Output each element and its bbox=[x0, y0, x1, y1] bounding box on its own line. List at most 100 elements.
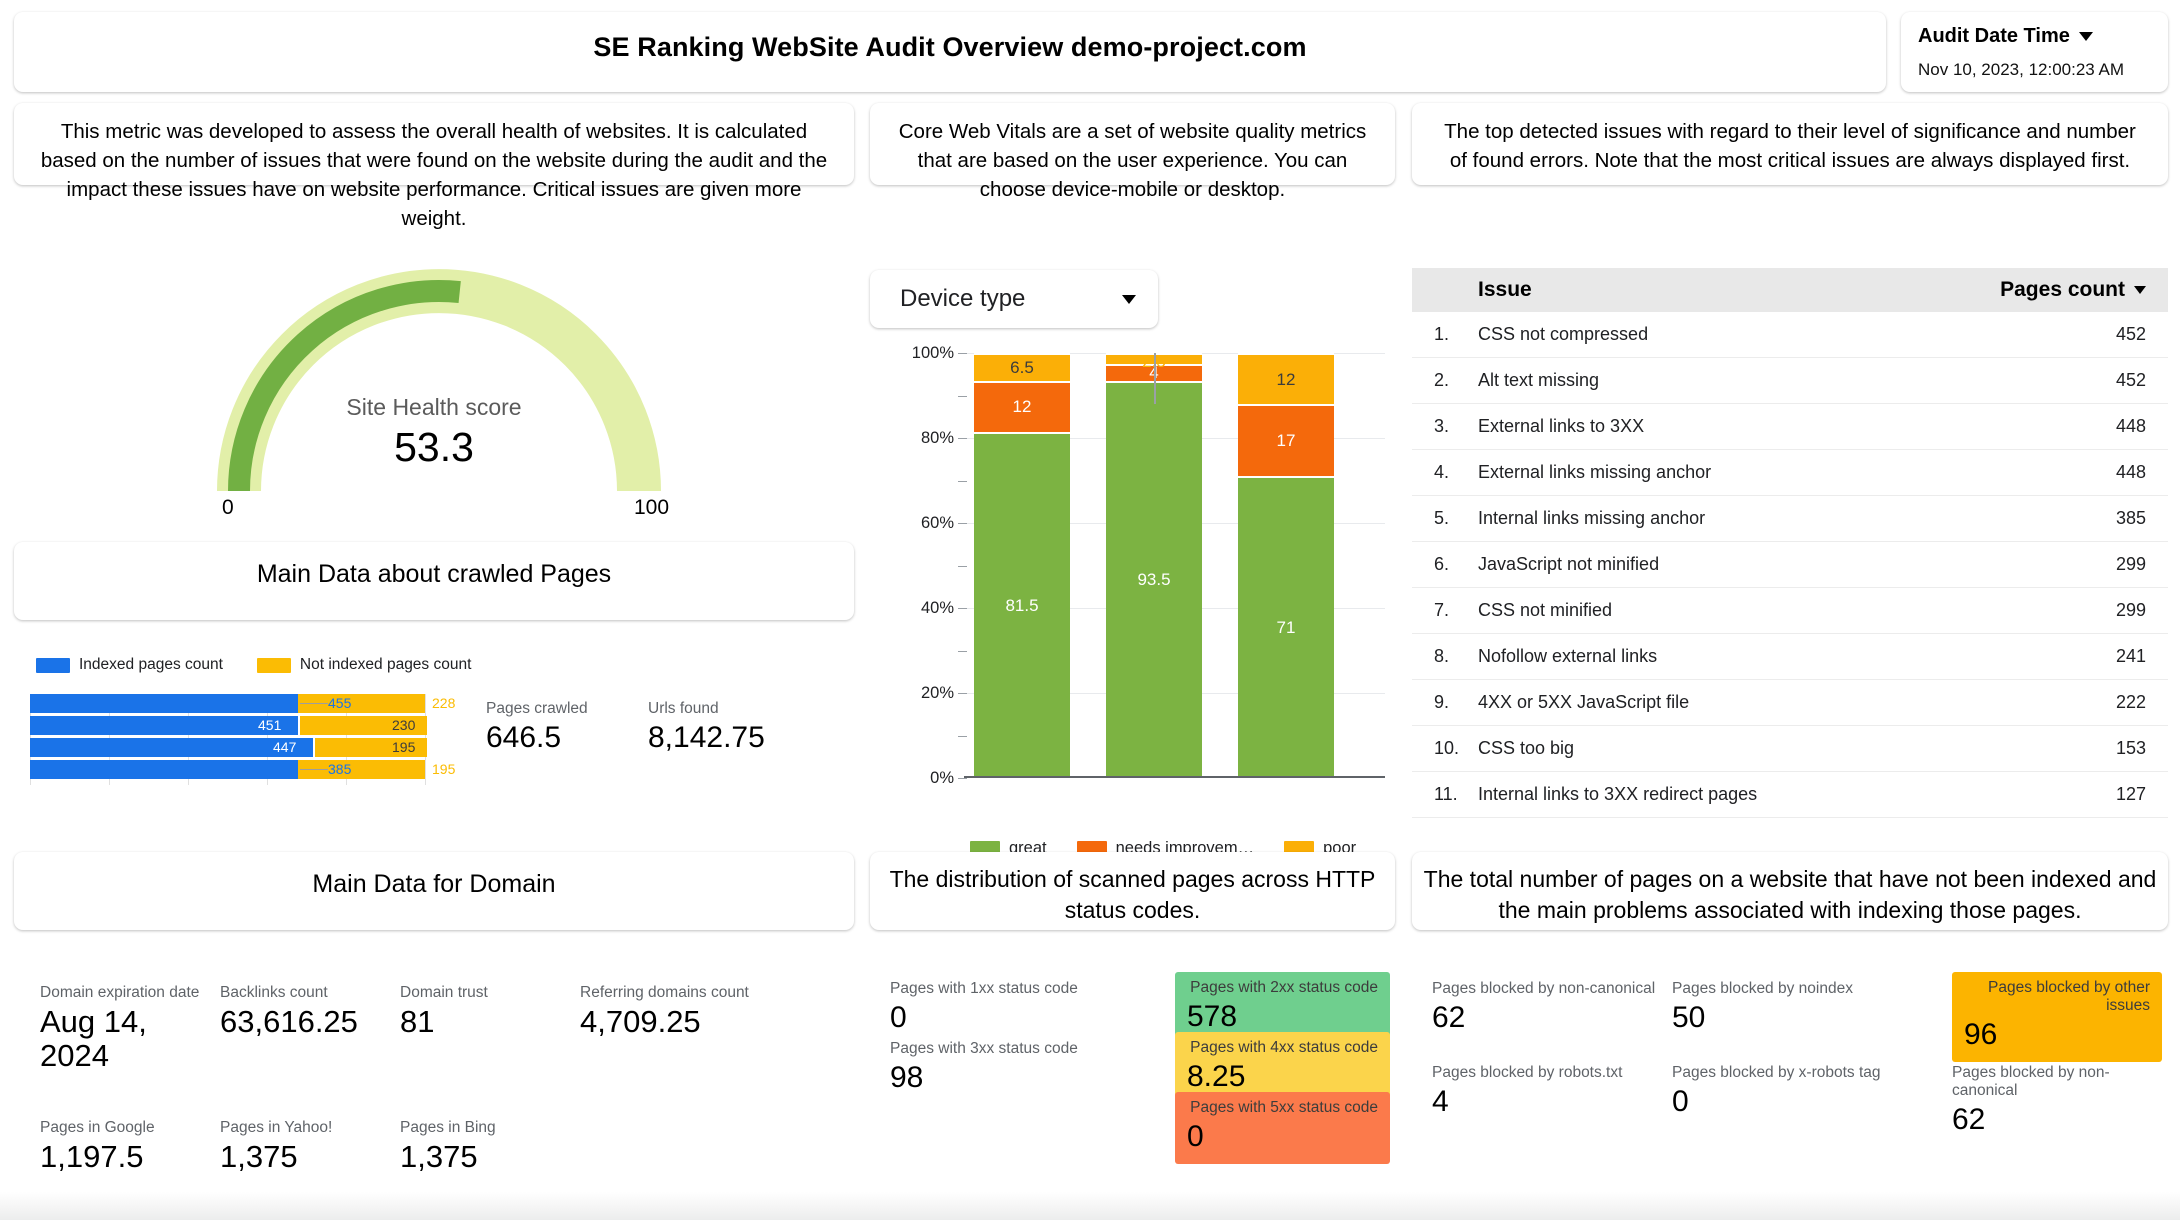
row-index: 6. bbox=[1412, 554, 1478, 575]
indexing-label: Pages blocked by non-canonical bbox=[1432, 980, 1682, 998]
domain-metric-label: Referring domains count bbox=[580, 984, 760, 1002]
http-status-label: Pages with 5xx status code bbox=[1187, 1099, 1378, 1117]
sort-descending-icon bbox=[2134, 286, 2146, 294]
dashboard-page: SE Ranking WebSite Audit Overview demo-p… bbox=[0, 0, 2180, 1220]
y-axis-tick: 60% bbox=[870, 514, 954, 533]
y-axis-tick: 20% bbox=[870, 684, 954, 703]
http-status-label: Pages with 4xx status code bbox=[1187, 1039, 1378, 1057]
table-row[interactable]: 11.Internal links to 3XX redirect pages1… bbox=[1412, 772, 2168, 818]
kpi-urls-found-label: Urls found bbox=[648, 700, 765, 718]
y-axis-tick: 80% bbox=[870, 429, 954, 448]
stacked-bar[interactable]: 711712 bbox=[1238, 353, 1334, 778]
indexing-metric: Pages blocked by non-canonical62 bbox=[1432, 980, 1682, 1034]
top-issues-description-card: The top detected issues with regard to t… bbox=[1412, 103, 2168, 185]
stacked-bar-label: 12 bbox=[1238, 370, 1334, 390]
domain-metric-label: Domain expiration date bbox=[40, 984, 220, 1002]
table-row[interactable]: 9.4XX or 5XX JavaScript file222 bbox=[1412, 680, 2168, 726]
crawled-indexed-value: 455 bbox=[328, 696, 351, 711]
table-row[interactable]: 5.Internal links missing anchor385 bbox=[1412, 496, 2168, 542]
domain-metric-value: 4,709.25 bbox=[580, 1005, 760, 1039]
device-type-dropdown[interactable]: Device type bbox=[870, 270, 1158, 328]
indexing-title: The total number of pages on a website t… bbox=[1412, 852, 2168, 926]
column-header-pages-count-label: Pages count bbox=[2000, 278, 2125, 302]
page-title: SE Ranking WebSite Audit Overview demo-p… bbox=[593, 32, 1306, 63]
row-index: 7. bbox=[1412, 600, 1478, 621]
table-row[interactable]: 4.External links missing anchor448 bbox=[1412, 450, 2168, 496]
stacked-bar[interactable]: 93.542.5 bbox=[1106, 353, 1202, 778]
core-web-vitals-chart: 0%20%40%60%80%100% 81.5126.593.542.57117… bbox=[870, 345, 1395, 820]
http-status-metric: Pages with 5xx status code 0 bbox=[1175, 1092, 1390, 1164]
audit-date-filter[interactable]: Audit Date Time Nov 10, 2023, 12:00:23 A… bbox=[1901, 12, 2168, 92]
stacked-bar[interactable]: 81.5126.5 bbox=[974, 353, 1070, 778]
table-row[interactable]: 3.External links to 3XX448 bbox=[1412, 404, 2168, 450]
row-pages-count: 299 bbox=[2116, 554, 2146, 575]
domain-metric: Pages in Yahoo!1,375 bbox=[220, 1119, 400, 1174]
gauge-value: 53.3 bbox=[14, 424, 854, 471]
gauge-label: Site Health score bbox=[14, 394, 854, 421]
row-issue-name: 4XX or 5XX JavaScript file bbox=[1478, 692, 2116, 713]
http-status-label: Pages with 3xx status code bbox=[890, 1040, 1110, 1058]
core-web-vitals-description: Core Web Vitals are a set of website qua… bbox=[870, 103, 1395, 204]
indexing-metric: Pages blocked by other issues96 bbox=[1952, 972, 2162, 1062]
http-status-label: Pages with 1xx status code bbox=[890, 980, 1110, 998]
audit-date-value: Nov 10, 2023, 12:00:23 AM bbox=[1918, 60, 2151, 80]
row-issue-name: Internal links missing anchor bbox=[1478, 508, 2116, 529]
indexing-metric: Pages blocked by non-canonical62 bbox=[1952, 1064, 2162, 1136]
crawled-pages-chart: Indexed pages count Not indexed pages co… bbox=[30, 652, 500, 792]
legend-item-not-indexed[interactable]: Not indexed pages count bbox=[257, 656, 471, 674]
site-health-description: This metric was developed to assess the … bbox=[14, 103, 854, 233]
audit-date-filter-label[interactable]: Audit Date Time bbox=[1918, 25, 2151, 48]
row-issue-name: CSS not compressed bbox=[1478, 324, 2116, 345]
table-row[interactable]: 8.Nofollow external links241 bbox=[1412, 634, 2168, 680]
crawled-pages-legend: Indexed pages count Not indexed pages co… bbox=[36, 652, 500, 678]
row-issue-name: JavaScript not minified bbox=[1478, 554, 2116, 575]
table-row[interactable]: 1.CSS not compressed452 bbox=[1412, 312, 2168, 358]
crawled-pages-title-card: Main Data about crawled Pages bbox=[14, 542, 854, 620]
device-type-dropdown-label: Device type bbox=[900, 285, 1025, 313]
domain-metric-label: Backlinks count bbox=[220, 984, 400, 1002]
domain-metric-value: 1,375 bbox=[220, 1140, 400, 1174]
domain-metric: Domain expiration date Aug 14, 2024 bbox=[40, 984, 220, 1073]
row-issue-name: Internal links to 3XX redirect pages bbox=[1478, 784, 2116, 805]
crawled-bar-row: 451 230 bbox=[30, 716, 448, 735]
crawled-not-indexed-value: 195 bbox=[392, 740, 415, 755]
row-pages-count: 222 bbox=[2116, 692, 2146, 713]
row-pages-count: 153 bbox=[2116, 738, 2146, 759]
crawled-not-indexed-value: 195 bbox=[432, 762, 455, 777]
domain-title-card: Main Data for Domain bbox=[14, 852, 854, 930]
row-index: 4. bbox=[1412, 462, 1478, 483]
http-status-value: 8.25 bbox=[1187, 1060, 1378, 1093]
report-title-card: SE Ranking WebSite Audit Overview demo-p… bbox=[14, 12, 1886, 92]
http-status-value: 0 bbox=[1187, 1120, 1378, 1153]
domain-metric-value: 1,197.5 bbox=[40, 1140, 220, 1174]
top-issues-table: Issue Pages count 1.CSS not compressed45… bbox=[1412, 268, 2168, 818]
legend-label-indexed: Indexed pages count bbox=[79, 656, 223, 674]
http-status-label: Pages with 2xx status code bbox=[1187, 979, 1378, 997]
indexing-value: 96 bbox=[1964, 1018, 2150, 1051]
stacked-bar-label: 12 bbox=[974, 397, 1070, 417]
legend-item-indexed[interactable]: Indexed pages count bbox=[36, 656, 223, 674]
indexing-value: 50 bbox=[1672, 1001, 1902, 1034]
site-health-gauge: Site Health score 53.3 0 100 bbox=[14, 248, 854, 533]
table-row[interactable]: 6.JavaScript not minified299 bbox=[1412, 542, 2168, 588]
indexing-label: Pages blocked by robots.txt bbox=[1432, 1064, 1682, 1082]
table-row[interactable]: 10.CSS too big153 bbox=[1412, 726, 2168, 772]
domain-metric-label: Pages in Bing bbox=[400, 1119, 580, 1137]
indexing-metric: Pages blocked by noindex50 bbox=[1672, 980, 1902, 1034]
row-issue-name: Nofollow external links bbox=[1478, 646, 2116, 667]
table-row[interactable]: 7.CSS not minified299 bbox=[1412, 588, 2168, 634]
domain-metric-value: 1,375 bbox=[400, 1140, 580, 1174]
domain-metric-value: Aug 14, 2024 bbox=[40, 1005, 220, 1073]
y-axis-tick: 40% bbox=[870, 599, 954, 618]
legend-swatch-not-indexed bbox=[257, 658, 291, 673]
column-header-issue[interactable]: Issue bbox=[1478, 278, 2000, 302]
column-header-pages-count[interactable]: Pages count bbox=[2000, 278, 2146, 302]
chevron-down-icon bbox=[2079, 32, 2093, 41]
http-status-title-card: The distribution of scanned pages across… bbox=[870, 852, 1395, 930]
row-pages-count: 299 bbox=[2116, 600, 2146, 621]
stacked-bar-label: 71 bbox=[1238, 618, 1334, 638]
row-index: 5. bbox=[1412, 508, 1478, 529]
kpi-urls-found: Urls found 8,142.75 bbox=[648, 700, 765, 754]
table-row[interactable]: 2.Alt text missing452 bbox=[1412, 358, 2168, 404]
chevron-down-icon bbox=[1122, 295, 1136, 304]
